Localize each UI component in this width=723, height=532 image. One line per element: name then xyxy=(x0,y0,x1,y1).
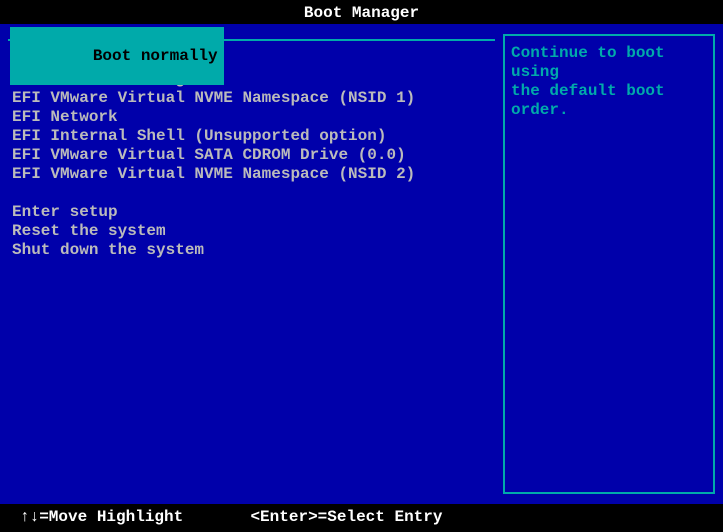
boot-options-list: Windows Boot Manager EFI VMware Virtual … xyxy=(12,70,491,184)
menu-item-enter-setup[interactable]: Enter setup xyxy=(12,203,491,222)
menu-item-shutdown[interactable]: Shut down the system xyxy=(12,241,491,260)
menu-item[interactable]: EFI Network xyxy=(12,108,491,127)
hint-move: ↑↓=Move Highlight xyxy=(20,508,183,526)
menu-panel: Boot normally ─ Windows Boot Manager EFI… xyxy=(8,39,495,502)
menu-item[interactable]: EFI VMware Virtual NVME Namespace (NSID … xyxy=(12,165,491,184)
hint-select: <Enter>=Select Entry xyxy=(250,508,442,526)
spacer xyxy=(12,184,491,203)
menu-item-reset[interactable]: Reset the system xyxy=(12,222,491,241)
page-title: Boot Manager xyxy=(0,0,723,24)
main-panel: Boot normally ─ Windows Boot Manager EFI… xyxy=(0,24,723,504)
selected-menu-label: Boot normally xyxy=(93,47,218,65)
menu-item[interactable]: EFI Internal Shell (Unsupported option) xyxy=(12,127,491,146)
legend-dash: ─ xyxy=(160,27,170,45)
help-text: the default boot order. xyxy=(511,82,707,120)
menu-item[interactable]: EFI VMware Virtual NVME Namespace (NSID … xyxy=(12,89,491,108)
help-panel: Continue to boot using the default boot … xyxy=(503,34,715,494)
help-text: Continue to boot using xyxy=(511,44,707,82)
footer-hints: ↑↓=Move Highlight <Enter>=Select Entry xyxy=(0,504,723,532)
selected-menu-item[interactable]: Boot normally xyxy=(10,27,224,85)
menu-item[interactable]: EFI VMware Virtual SATA CDROM Drive (0.0… xyxy=(12,146,491,165)
system-options-list: Enter setup Reset the system Shut down t… xyxy=(12,203,491,260)
